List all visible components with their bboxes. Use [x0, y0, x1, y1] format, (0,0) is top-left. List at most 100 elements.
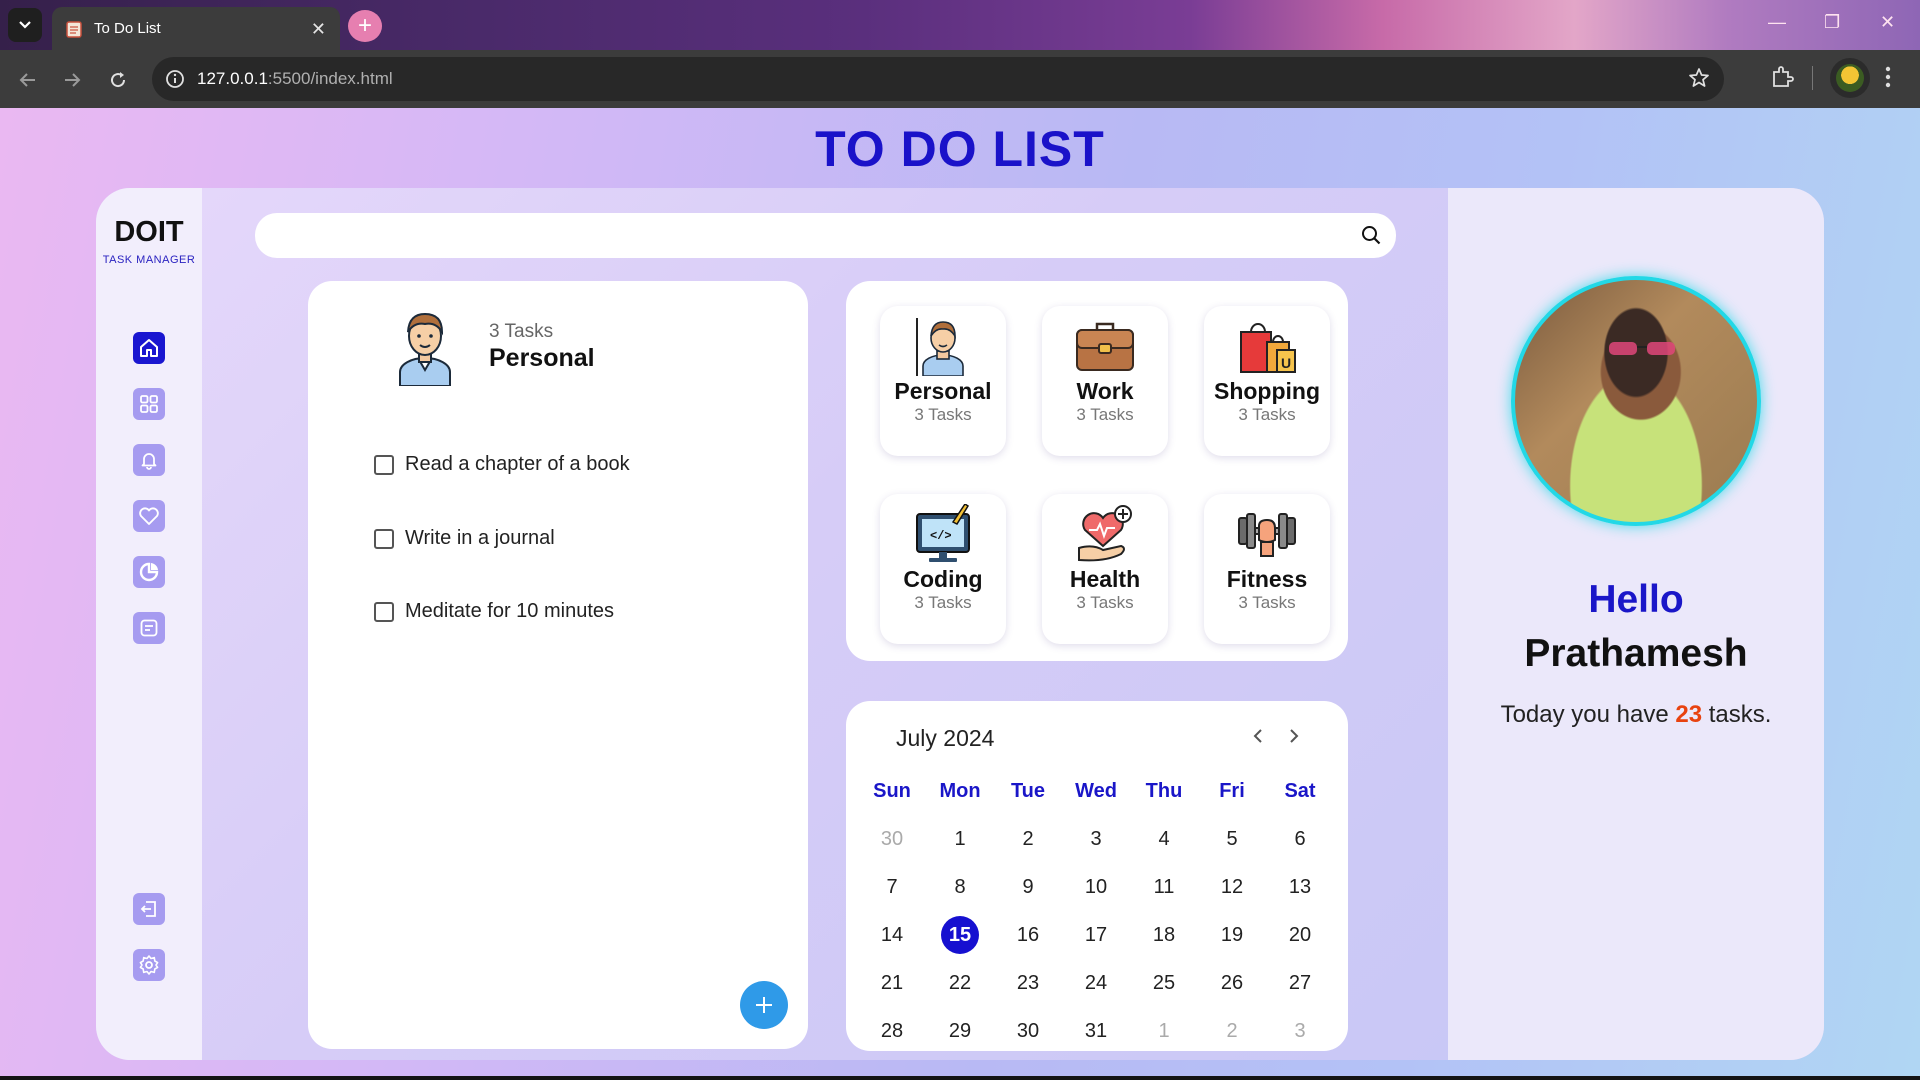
reload-button[interactable] — [104, 66, 132, 94]
sunglasses-detail — [1609, 342, 1675, 355]
calendar-day[interactable]: 2 — [1198, 1020, 1266, 1043]
calendar-day[interactable]: 17 — [1062, 924, 1130, 947]
calendar-day[interactable]: 12 — [1198, 876, 1266, 899]
calendar-day[interactable]: 3 — [1062, 828, 1130, 851]
calendar-day[interactable]: 11 — [1130, 876, 1198, 899]
app-logo-subtitle: TASK MANAGER — [102, 254, 196, 266]
category-card-work[interactable]: Work 3 Tasks — [1042, 306, 1168, 456]
calendar-day[interactable]: 9 — [994, 876, 1062, 899]
search-input[interactable] — [275, 221, 1335, 250]
task-item[interactable]: Write in a journal — [374, 527, 555, 550]
calendar-day[interactable]: 6 — [1266, 828, 1334, 851]
task-item[interactable]: Read a chapter of a book — [374, 453, 630, 476]
add-task-button[interactable] — [740, 981, 788, 1029]
calendar-day[interactable]: 18 — [1130, 924, 1198, 947]
calendar-day[interactable]: 3 — [1266, 1020, 1334, 1043]
sidebar-item-dashboard[interactable] — [133, 388, 165, 420]
sidebar-item-logout[interactable] — [133, 893, 165, 925]
site-info-icon[interactable] — [164, 68, 186, 90]
extensions-icon[interactable] — [1770, 64, 1794, 90]
calendar-day[interactable]: 1 — [1130, 1020, 1198, 1043]
category-card-health[interactable]: Health 3 Tasks — [1042, 494, 1168, 644]
calendar-day[interactable]: 26 — [1198, 972, 1266, 995]
calendar-day[interactable]: 23 — [994, 972, 1062, 995]
category-name: Fitness — [1226, 566, 1308, 592]
restore-icon[interactable]: ❐ — [1824, 12, 1840, 33]
calendar-grid: Sun Mon Tue Wed Thu Fri Sat 30 1 2 3 4 5… — [858, 767, 1334, 1055]
sidebar-item-favorites[interactable] — [133, 500, 165, 532]
calendar-day[interactable]: 27 — [1266, 972, 1334, 995]
task-label: Meditate for 10 minutes — [405, 600, 614, 622]
back-button[interactable] — [14, 66, 42, 94]
svg-text:</>: </> — [930, 529, 952, 543]
weekday-label: Mon — [939, 779, 981, 802]
calendar-day[interactable]: 30 — [858, 828, 926, 851]
calendar-day[interactable]: 8 — [926, 876, 994, 899]
new-tab-button[interactable]: + — [348, 10, 382, 42]
person-icon — [399, 312, 451, 386]
task-list-panel: 3 Tasks Personal Read a chapter of a boo… — [308, 281, 808, 1049]
categories-panel: Personal 3 Tasks Work 3 Tasks U Shopping… — [846, 281, 1348, 661]
bookmark-star-icon[interactable] — [1688, 67, 1710, 89]
chevron-right-icon[interactable] — [1284, 725, 1304, 747]
sidebar-item-reports[interactable] — [133, 556, 165, 588]
category-card-shopping[interactable]: U Shopping 3 Tasks — [1204, 306, 1330, 456]
sidebar-item-notifications[interactable] — [133, 444, 165, 476]
calendar-day[interactable]: 29 — [926, 1020, 994, 1043]
calendar-day[interactable]: 20 — [1266, 924, 1334, 947]
calendar-day[interactable]: 22 — [926, 972, 994, 995]
chart-icon — [139, 562, 159, 582]
calendar-day[interactable]: 16 — [994, 924, 1062, 947]
calendar-day[interactable]: 5 — [1198, 828, 1266, 851]
weekday-label: Thu — [1145, 779, 1183, 802]
bottom-edge — [0, 1076, 1920, 1080]
tab-search-button[interactable] — [8, 8, 42, 42]
close-window-icon[interactable]: ✕ — [1880, 12, 1895, 33]
task-checkbox[interactable] — [374, 601, 394, 622]
forward-button[interactable] — [58, 66, 86, 94]
task-checkbox[interactable] — [374, 454, 394, 475]
browser-tab[interactable]: To Do List ✕ — [52, 7, 340, 50]
calendar-day[interactable]: 1 — [926, 828, 994, 851]
user-avatar — [1511, 276, 1761, 526]
search-icon[interactable] — [1360, 224, 1382, 246]
calendar-day[interactable]: 31 — [1062, 1020, 1130, 1043]
calendar-day[interactable]: 4 — [1130, 828, 1198, 851]
task-label: Read a chapter of a book — [405, 453, 630, 475]
sidebar-item-notes[interactable] — [133, 612, 165, 644]
calendar-day[interactable]: 14 — [858, 924, 926, 947]
chevron-down-icon — [19, 21, 31, 29]
task-item[interactable]: Meditate for 10 minutes — [374, 600, 614, 623]
sidebar-item-settings[interactable] — [133, 949, 165, 981]
calendar-day[interactable]: 2 — [994, 828, 1062, 851]
address-bar[interactable]: 127.0.0.1:5500/index.html — [152, 57, 1724, 101]
sidebar-item-home[interactable] — [133, 332, 165, 364]
task-checkbox[interactable] — [374, 528, 394, 549]
calendar-day-today[interactable]: 15 — [926, 916, 994, 954]
category-name: Shopping — [1213, 378, 1321, 404]
browser-tab-bar: To Do List ✕ + — ❐ ✕ — [0, 0, 1920, 50]
calendar-day[interactable]: 24 — [1062, 972, 1130, 995]
calendar-day[interactable]: 19 — [1198, 924, 1266, 947]
calendar-day[interactable]: 30 — [994, 1020, 1062, 1043]
search-bar[interactable] — [255, 213, 1396, 258]
category-count: 3 Tasks — [1076, 405, 1134, 424]
minimize-icon[interactable]: — — [1768, 12, 1786, 33]
calendar-day[interactable]: 10 — [1062, 876, 1130, 899]
calendar-day[interactable]: 21 — [858, 972, 926, 995]
category-card-fitness[interactable]: Fitness 3 Tasks — [1204, 494, 1330, 644]
chevron-left-icon[interactable] — [1248, 725, 1268, 747]
kebab-menu-icon[interactable] — [1884, 64, 1892, 90]
weekday-label: Sun — [873, 779, 911, 802]
calendar-day[interactable]: 7 — [858, 876, 926, 899]
category-card-personal[interactable]: Personal 3 Tasks — [880, 306, 1006, 456]
briefcase-icon — [1076, 322, 1134, 371]
tab-close-icon[interactable]: ✕ — [311, 20, 326, 38]
profile-avatar-button[interactable] — [1830, 58, 1870, 98]
calendar-day[interactable]: 28 — [858, 1020, 926, 1043]
settings-icon — [139, 955, 159, 975]
calendar-day[interactable]: 25 — [1130, 972, 1198, 995]
task-label: Write in a journal — [405, 527, 555, 549]
category-card-coding[interactable]: </> Coding 3 Tasks — [880, 494, 1006, 644]
calendar-day[interactable]: 13 — [1266, 876, 1334, 899]
